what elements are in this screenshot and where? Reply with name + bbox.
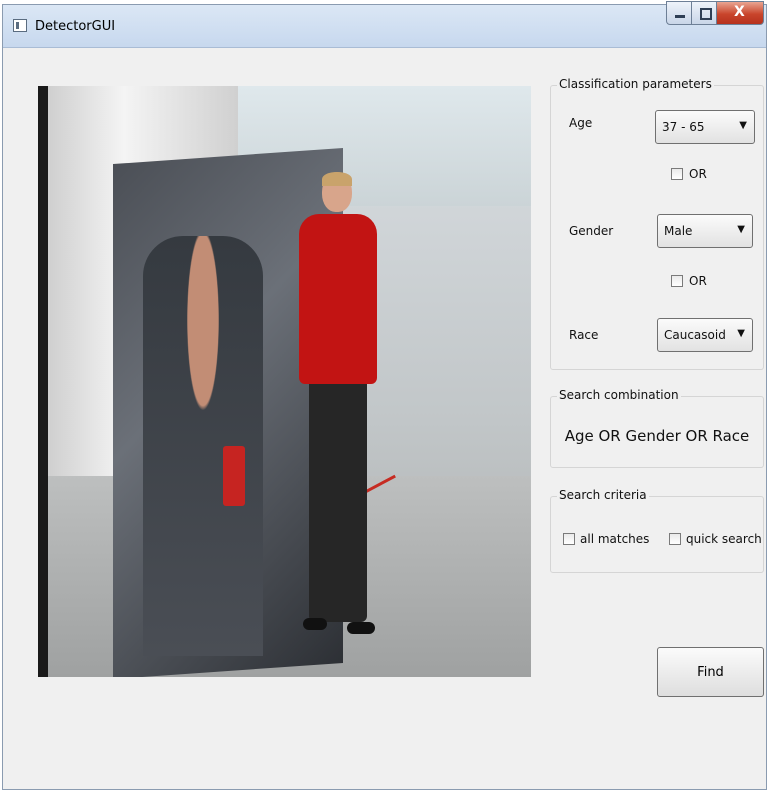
age-label: Age: [569, 116, 593, 130]
classification-parameters-group: Classification parameters Age 37 - 65 ▼ …: [550, 77, 764, 370]
title-bar[interactable]: DetectorGUI: [3, 5, 766, 48]
race-dropdown-value: Caucasoid: [664, 328, 726, 342]
race-label: Race: [569, 328, 599, 342]
find-button[interactable]: Find: [657, 647, 764, 697]
search-combination-group: Search combination Age OR Gender OR Race: [550, 388, 764, 468]
quick-search-label: quick search: [686, 532, 762, 546]
person-hair: [322, 172, 352, 186]
classification-parameters-title: Classification parameters: [557, 77, 714, 91]
scene-left-edge: [38, 86, 48, 677]
window-title: DetectorGUI: [35, 19, 116, 34]
video-preview: [38, 86, 531, 677]
quick-search-checkbox[interactable]: [669, 533, 681, 545]
person-shoe-left: [303, 618, 327, 630]
search-criteria-title: Search criteria: [557, 488, 649, 502]
all-matches-checkbox[interactable]: [563, 533, 575, 545]
gender-dropdown-value: Male: [664, 224, 693, 238]
age-dropdown-value: 37 - 65: [662, 120, 705, 134]
minimize-button[interactable]: [666, 1, 692, 25]
age-or-label: OR: [689, 167, 707, 181]
scene-billboard-person: [143, 236, 263, 656]
app-icon: [13, 19, 27, 32]
person-shirt: [299, 214, 377, 384]
close-button[interactable]: X: [716, 1, 764, 25]
search-criteria-group: Search criteria all matches quick search: [550, 488, 764, 573]
gender-or-checkbox[interactable]: [671, 275, 683, 287]
detected-person: [291, 172, 385, 672]
chevron-down-icon: ▼: [739, 120, 747, 131]
search-combination-text: Age OR Gender OR Race: [564, 427, 750, 445]
gender-dropdown[interactable]: Male ▼: [657, 214, 753, 248]
maximize-icon: [700, 8, 712, 20]
person-shoe-right: [347, 622, 375, 634]
scene-drink-can: [223, 446, 245, 506]
age-dropdown[interactable]: 37 - 65 ▼: [655, 110, 755, 144]
gender-label: Gender: [569, 224, 614, 238]
chevron-down-icon: ▼: [737, 224, 745, 235]
minimize-icon: [675, 15, 685, 18]
search-combination-title: Search combination: [557, 388, 681, 402]
race-dropdown[interactable]: Caucasoid ▼: [657, 318, 753, 352]
maximize-button[interactable]: [691, 1, 717, 25]
gender-or-label: OR: [689, 274, 707, 288]
person-legs: [309, 382, 367, 622]
age-or-checkbox[interactable]: [671, 168, 683, 180]
chevron-down-icon: ▼: [737, 328, 745, 339]
close-icon: X: [734, 4, 745, 20]
all-matches-label: all matches: [580, 532, 650, 546]
